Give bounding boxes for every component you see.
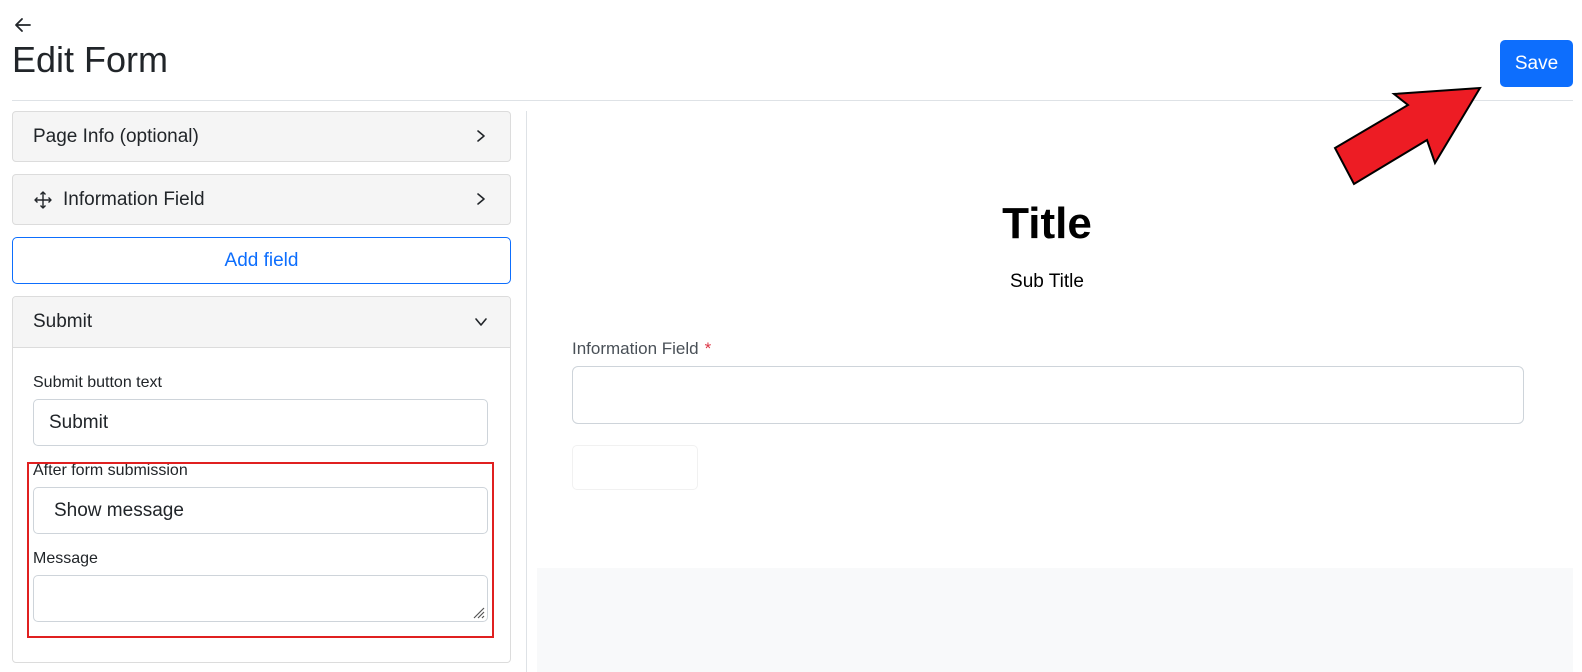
preview-title: Title — [1002, 199, 1092, 248]
chevron-right-icon — [477, 130, 485, 142]
preview-subtitle: Sub Title — [1010, 271, 1084, 292]
submit-button-text-value: Submit — [49, 411, 109, 433]
form-builder-sidebar: Page Info (optional) Information Field A… — [12, 111, 523, 663]
back-arrow-icon[interactable] — [12, 14, 34, 36]
add-field-button[interactable]: Add field — [12, 237, 511, 284]
accordion-page-info-label: Page Info (optional) — [33, 125, 199, 147]
preview-submit-button[interactable] — [572, 445, 698, 490]
accordion-page-info[interactable]: Page Info (optional) — [12, 111, 511, 162]
accordion-submit-label: Submit — [33, 311, 93, 332]
annotation-arrow-icon — [1333, 86, 1482, 186]
submit-button-text-input[interactable]: Submit — [33, 399, 488, 446]
submit-button-text-label: Submit button text — [33, 374, 162, 391]
accordion-information-field[interactable]: Information Field — [12, 174, 511, 225]
move-icon[interactable] — [33, 190, 53, 210]
preview-footer-area — [537, 568, 1573, 672]
chevron-down-icon — [475, 318, 487, 326]
preview-information-input[interactable] — [572, 366, 1524, 424]
preview-field-label-text: Information Field — [572, 339, 699, 358]
submit-settings-body: Submit button text Submit After form sub… — [13, 348, 510, 662]
preview-field-label: Information Field * — [572, 339, 711, 359]
submit-settings-card: Submit Submit button text Submit After f… — [12, 296, 511, 663]
page-title: Edit Form — [12, 39, 169, 80]
form-preview: Title Sub Title Information Field * — [537, 111, 1573, 672]
accordion-submit[interactable]: Submit — [13, 297, 510, 348]
highlight-box — [27, 462, 494, 638]
chevron-right-icon — [477, 193, 485, 205]
required-mark: * — [704, 339, 712, 358]
save-button[interactable]: Save — [1500, 40, 1573, 87]
accordion-information-field-label: Information Field — [63, 188, 205, 210]
panel-divider — [526, 111, 527, 672]
